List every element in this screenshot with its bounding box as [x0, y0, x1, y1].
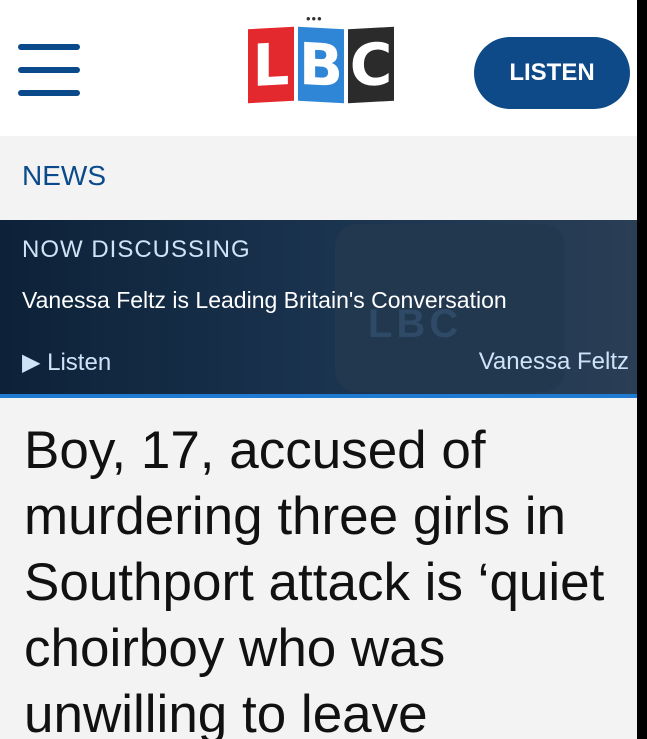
now-discussing-label: NOW DISCUSSING: [22, 236, 251, 263]
logo-letter-b: B: [298, 26, 344, 104]
screen-edge: [637, 0, 647, 739]
section-label-news[interactable]: NEWS: [22, 160, 106, 192]
logo-letter-l: L: [248, 26, 294, 104]
menu-bar: [18, 67, 80, 73]
now-discussing-show-title[interactable]: Vanessa Feltz is Leading Britain's Conve…: [22, 287, 507, 314]
menu-bar: [18, 44, 80, 50]
app-screen: ••• L B C LISTEN NEWS LBC NOW DISCUSSING…: [0, 0, 637, 739]
logo-dots-icon: •••: [306, 11, 323, 26]
listen-button[interactable]: LISTEN: [474, 37, 630, 109]
site-header: ••• L B C LISTEN: [0, 0, 637, 136]
now-discussing-listen-link[interactable]: ▶ Listen: [22, 348, 111, 377]
lbc-logo[interactable]: ••• L B C: [248, 11, 400, 108]
menu-bar: [18, 90, 80, 96]
now-discussing-host-link[interactable]: Vanessa Feltz: [479, 348, 629, 376]
hamburger-menu-icon[interactable]: [18, 44, 80, 96]
logo-letter-c: C: [348, 26, 394, 104]
article-headline: Boy, 17, accused of murdering three girl…: [24, 421, 605, 739]
